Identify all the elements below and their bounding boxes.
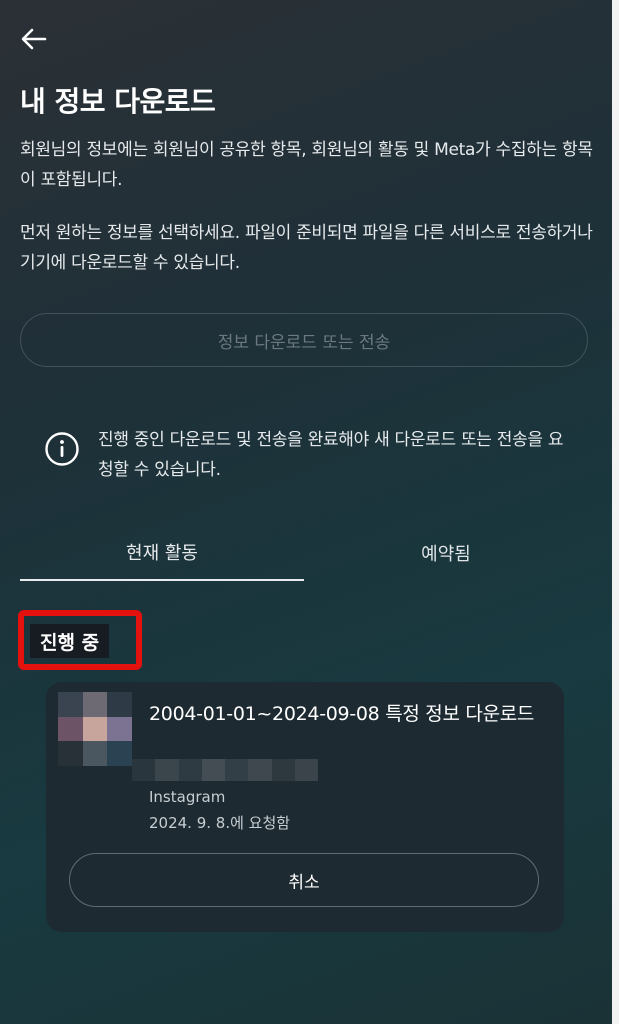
- info-icon: [45, 432, 79, 466]
- avatar: [58, 692, 132, 766]
- intro-paragraph-1: 회원님의 정보에는 회원님이 공유한 항목, 회원님의 활동 및 Meta가 수…: [20, 140, 593, 190]
- request-title: 2004-01-01~2024-09-08 특정 정보 다운로드: [149, 703, 535, 725]
- notice-text: 진행 중인 다운로드 및 전송을 완료해야 새 다운로드 또는 전송을 요청할 …: [98, 430, 564, 480]
- page-title: 내 정보 다운로드: [20, 85, 216, 118]
- download-or-transfer-button[interactable]: 정보 다운로드 또는 전송: [20, 313, 588, 367]
- intro-paragraph-2: 먼저 원하는 정보를 선택하세요. 파일이 준비되면 파일을 다른 서비스로 전…: [20, 223, 593, 273]
- blurred-account-name: [132, 759, 318, 781]
- cancel-button[interactable]: 취소: [69, 853, 539, 907]
- download-request-card: 2004-01-01~2024-09-08 특정 정보 다운로드 Instagr…: [46, 682, 564, 932]
- notice-banner: 진행 중인 다운로드 및 전송을 완료해야 새 다운로드 또는 전송을 요청할 …: [44, 425, 584, 489]
- screen-edge: [612, 0, 619, 1024]
- tab-current-activity[interactable]: 현재 활동: [20, 525, 304, 581]
- back-button[interactable]: [14, 22, 54, 56]
- section-title-in-progress: 진행 중: [30, 624, 110, 658]
- request-source: Instagram: [149, 788, 226, 806]
- arrow-left-icon: [21, 28, 47, 50]
- tab-scheduled[interactable]: 예약됨: [304, 525, 588, 581]
- activity-tabs: 현재 활동 예약됨: [20, 525, 588, 581]
- request-date: 2024. 9. 8.에 요청함: [149, 814, 291, 832]
